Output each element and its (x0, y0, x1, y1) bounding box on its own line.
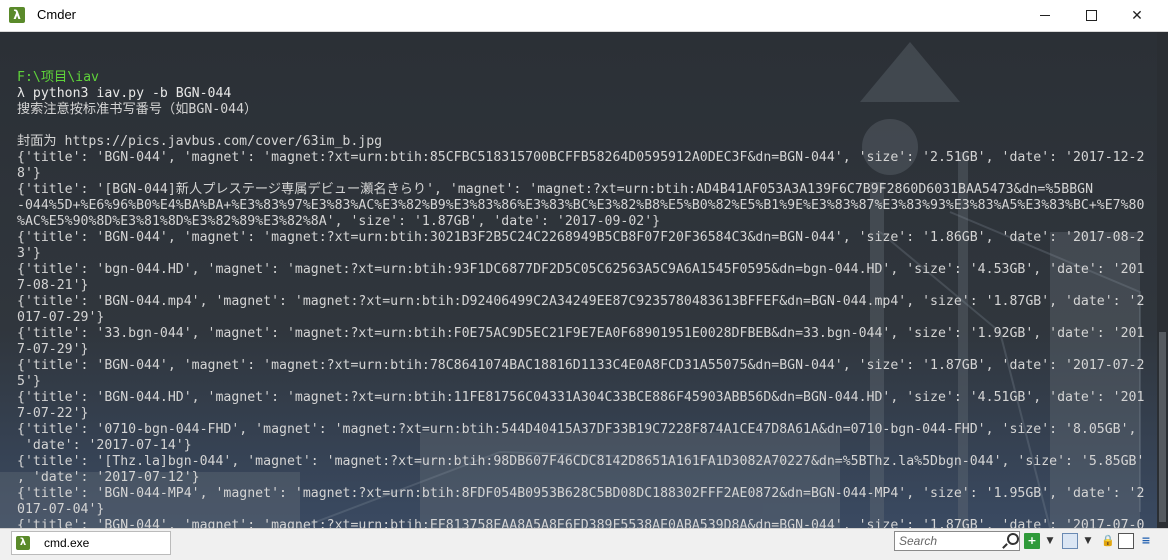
cmder-app-icon[interactable]: λ (9, 7, 25, 23)
scrollbar-thumb[interactable] (1159, 332, 1166, 522)
terminal-line: %AC%E5%90%8D%E3%81%8D%E3%82%89%E3%82%8A'… (17, 214, 661, 229)
view-icon[interactable] (1062, 533, 1078, 549)
new-console-dropdown-icon[interactable]: ▼ (1042, 533, 1058, 549)
tab-label: cmd.exe (44, 536, 90, 550)
terminal-output: F:\项目\iav λ python3 iav.py -b BGN-044 搜索注意… (17, 54, 1157, 528)
cmder-tab-icon: λ (16, 536, 30, 550)
terminal-line: 017-07-29'} (17, 310, 105, 325)
terminal-line: 7-07-29'} (17, 342, 89, 357)
new-console-icon[interactable]: + (1024, 533, 1040, 549)
view-dropdown-icon[interactable]: ▼ (1080, 533, 1096, 549)
terminal-line: F:\项目\iav (17, 70, 99, 85)
terminal-line: {'title': 'bgn-044.HD', 'magnet': 'magne… (17, 262, 1145, 277)
terminal-line: {'title': 'BGN-044', 'magnet': 'magnet:?… (17, 150, 1145, 165)
status-bar: λ cmd.exe Search + ▼ ▼ 🔒 ≡ (0, 528, 1168, 560)
terminal-line: 7-08-21'} (17, 278, 89, 293)
terminal-line: , 'date': '2017-07-12'} (17, 470, 200, 485)
cmder-window: λ Cmder ✕ F:\项目\iav λ python3 iav.py -b … (0, 0, 1168, 560)
terminal-line: {'title': '33.bgn-044', 'magnet': 'magne… (17, 326, 1145, 341)
split-icon[interactable] (1118, 533, 1134, 549)
maximize-icon (1085, 10, 1097, 21)
terminal-line: {'title': 'BGN-044', 'magnet': 'magnet:?… (17, 358, 1145, 373)
terminal-line: {'title': 'BGN-044', 'magnet': 'magnet:?… (17, 518, 1145, 528)
menu-icon[interactable]: ≡ (1138, 533, 1154, 549)
terminal-area[interactable]: F:\项目\iav λ python3 iav.py -b BGN-044 搜索注意… (0, 32, 1168, 528)
minimize-button[interactable] (1022, 0, 1068, 31)
terminal-line: {'title': 'BGN-044.HD', 'magnet': 'magne… (17, 390, 1145, 405)
minimize-icon (1040, 15, 1050, 16)
maximize-button[interactable] (1068, 0, 1114, 31)
terminal-line: {'title': 'BGN-044.mp4', 'magnet': 'magn… (17, 294, 1145, 309)
terminal-line: {'title': 'BGN-044-MP4', 'magnet': 'magn… (17, 486, 1145, 501)
terminal-line: 7-07-22'} (17, 406, 89, 421)
search-placeholder: Search (899, 534, 938, 548)
terminal-line: 5'} (17, 374, 41, 389)
terminal-line: 封面为 https://pics.javbus.com/cover/63im_b… (17, 134, 383, 149)
terminal-line: -044%5D+%E6%96%B0%E4%BA%BA+%E3%83%97%E3%… (17, 198, 1145, 213)
title-bar[interactable]: λ Cmder ✕ (0, 0, 1168, 32)
terminal-line: 搜索注意按标准书写番号（如BGN-044） (17, 102, 258, 117)
close-button[interactable]: ✕ (1114, 0, 1160, 31)
search-input[interactable]: Search (894, 531, 1020, 551)
close-icon: ✕ (1131, 7, 1143, 24)
terminal-line: {'title': '0710-bgn-044-FHD', 'magnet': … (17, 422, 1137, 437)
terminal-line: 3'} (17, 246, 41, 261)
window-title: Cmder (37, 7, 77, 22)
lock-icon[interactable]: 🔒 (1100, 533, 1116, 549)
console-tab[interactable]: λ cmd.exe (11, 531, 171, 555)
terminal-scrollbar[interactable] (1157, 32, 1168, 528)
terminal-line: 017-07-04'} (17, 502, 105, 517)
terminal-line: 8'} (17, 166, 41, 181)
search-icon[interactable] (1007, 533, 1019, 545)
terminal-line: {'title': '[Thz.la]bgn-044', 'magnet': '… (17, 454, 1145, 469)
terminal-line: {'title': '[BGN-044]新人プレステージ専属デビュー瀬名きらり'… (17, 182, 1094, 197)
terminal-line: 'date': '2017-07-14'} (17, 438, 192, 453)
terminal-line: {'title': 'BGN-044', 'magnet': 'magnet:?… (17, 230, 1145, 245)
terminal-line: λ python3 iav.py -b BGN-044 (17, 86, 232, 101)
